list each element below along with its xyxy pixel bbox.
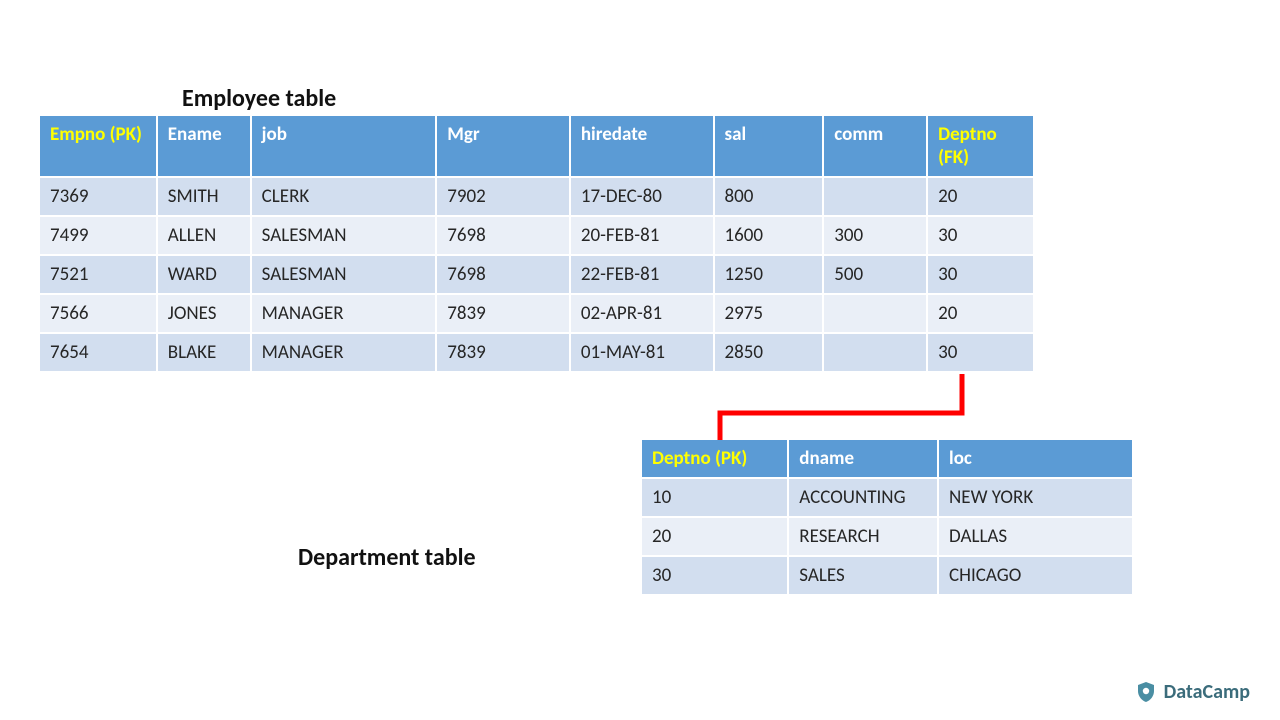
cell: ACCOUNTING <box>788 478 938 517</box>
col-sal: sal <box>714 115 824 177</box>
cell: 20 <box>641 517 788 556</box>
cell: 7521 <box>39 255 157 294</box>
cell: 1600 <box>714 216 824 255</box>
cell: SALES <box>788 556 938 595</box>
cell: 17-DEC-80 <box>570 177 714 216</box>
cell: 20-FEB-81 <box>570 216 714 255</box>
col-deptno-pk: Deptno (PK) <box>641 439 788 478</box>
table-row: 7369SMITHCLERK790217-DEC-80800 20 <box>39 177 1034 216</box>
department-table: Deptno (PK) dname loc 10ACCOUNTINGNEW YO… <box>640 438 1134 596</box>
employee-table: Empno (PK) Ename job Mgr hiredate sal co… <box>38 114 1035 373</box>
cell: 7698 <box>436 216 570 255</box>
table-row: 30SALESCHICAGO <box>641 556 1133 595</box>
cell: 500 <box>823 255 927 294</box>
cell: NEW YORK <box>938 478 1133 517</box>
cell: 20 <box>927 177 1034 216</box>
cell <box>823 294 927 333</box>
cell: MANAGER <box>251 333 437 372</box>
col-empno: Empno (PK) <box>39 115 157 177</box>
cell: 30 <box>927 333 1034 372</box>
cell: 30 <box>927 255 1034 294</box>
col-job: job <box>251 115 437 177</box>
cell: 10 <box>641 478 788 517</box>
cell: 300 <box>823 216 927 255</box>
cell: 7902 <box>436 177 570 216</box>
cell: JONES <box>157 294 251 333</box>
col-comm: comm <box>823 115 927 177</box>
table-row: 7521WARDSALESMAN769822-FEB-81125050030 <box>39 255 1034 294</box>
cell: 22-FEB-81 <box>570 255 714 294</box>
cell: WARD <box>157 255 251 294</box>
cell: 7566 <box>39 294 157 333</box>
cell: 30 <box>927 216 1034 255</box>
cell: SMITH <box>157 177 251 216</box>
cell: 30 <box>641 556 788 595</box>
cell: 7654 <box>39 333 157 372</box>
table-row: 7654BLAKEMANAGER783901-MAY-812850 30 <box>39 333 1034 372</box>
table-row: 7499ALLENSALESMAN769820-FEB-81160030030 <box>39 216 1034 255</box>
cell: 7499 <box>39 216 157 255</box>
cell: SALESMAN <box>251 216 437 255</box>
cell: 7839 <box>436 294 570 333</box>
cell: 7698 <box>436 255 570 294</box>
col-ename: Ename <box>157 115 251 177</box>
cell: 2850 <box>714 333 824 372</box>
cell: 20 <box>927 294 1034 333</box>
cell: MANAGER <box>251 294 437 333</box>
cell: 7369 <box>39 177 157 216</box>
cell: 800 <box>714 177 824 216</box>
cell: RESEARCH <box>788 517 938 556</box>
employee-table-title: Employee table <box>182 84 336 113</box>
cell: BLAKE <box>157 333 251 372</box>
cell: CHICAGO <box>938 556 1133 595</box>
col-hiredate: hiredate <box>570 115 714 177</box>
brand-logo: DataCamp <box>1134 680 1250 704</box>
cell: 02-APR-81 <box>570 294 714 333</box>
col-mgr: Mgr <box>436 115 570 177</box>
table-row: 10ACCOUNTINGNEW YORK <box>641 478 1133 517</box>
cell: 01-MAY-81 <box>570 333 714 372</box>
table-row: 7566JONESMANAGER783902-APR-812975 20 <box>39 294 1034 333</box>
col-dname: dname <box>788 439 938 478</box>
col-deptno: Deptno (FK) <box>927 115 1034 177</box>
cell: SALESMAN <box>251 255 437 294</box>
cell: 2975 <box>714 294 824 333</box>
brand-name: DataCamp <box>1164 680 1250 704</box>
cell: DALLAS <box>938 517 1133 556</box>
department-header-row: Deptno (PK) dname loc <box>641 439 1133 478</box>
cell: ALLEN <box>157 216 251 255</box>
cell: CLERK <box>251 177 437 216</box>
shield-icon <box>1134 680 1158 704</box>
cell: 1250 <box>714 255 824 294</box>
cell <box>823 177 927 216</box>
cell <box>823 333 927 372</box>
table-row: 20RESEARCHDALLAS <box>641 517 1133 556</box>
cell: 7839 <box>436 333 570 372</box>
employee-header-row: Empno (PK) Ename job Mgr hiredate sal co… <box>39 115 1034 177</box>
department-table-title: Department table <box>298 543 476 572</box>
col-loc: loc <box>938 439 1133 478</box>
